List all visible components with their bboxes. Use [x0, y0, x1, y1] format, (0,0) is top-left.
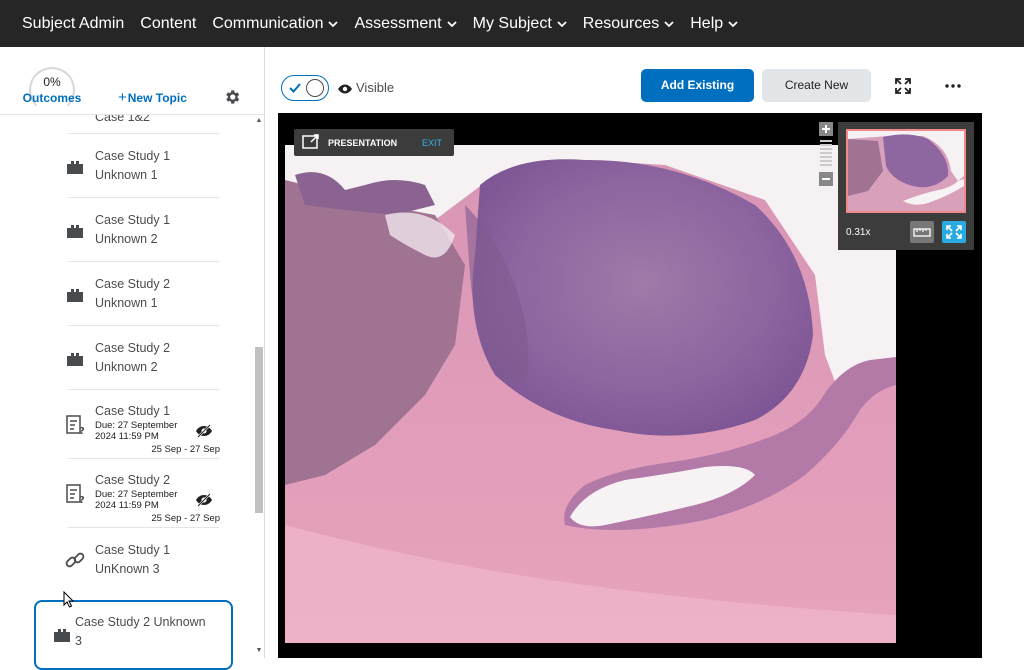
- visibility-toggle[interactable]: [281, 75, 329, 101]
- puzzle-icon: [64, 220, 86, 242]
- expand-icon[interactable]: [895, 78, 911, 94]
- list-item[interactable]: Case 1&2: [68, 115, 219, 134]
- list-item-subtitle: Unknown 1: [95, 296, 158, 310]
- list-item[interactable]: Case Study 1 Unknown 1: [67, 134, 219, 198]
- puzzle-icon: [64, 156, 86, 178]
- slide-viewer[interactable]: PRESENTATION EXIT 0.31x: [278, 113, 982, 658]
- chevron-down-icon: [328, 19, 339, 29]
- list-item-subtitle: Unknown 1: [95, 168, 158, 182]
- list-item-title: Case 1&2: [95, 115, 150, 124]
- link-icon: [64, 549, 86, 571]
- minimap-viewport[interactable]: [846, 129, 966, 213]
- list-item[interactable]: ? Case Study 1 Due: 27 September 2024 11…: [66, 390, 220, 459]
- nav-my-subject[interactable]: My Subject: [473, 15, 567, 33]
- scroll-up-arrow-icon[interactable]: ▲: [255, 117, 263, 125]
- add-existing-button[interactable]: Add Existing: [641, 69, 754, 102]
- quiz-icon: ?: [64, 414, 86, 437]
- topic-list: Case 1&2 Case Study 1 Unknown 1 Case Stu…: [0, 115, 265, 658]
- list-item-subtitle: Unknown 2: [95, 232, 158, 246]
- histology-slide-image[interactable]: [285, 145, 896, 643]
- chevron-down-icon: [728, 19, 738, 29]
- outcomes-link[interactable]: Outcomes: [16, 91, 88, 105]
- list-item-due: Due: 27 September: [95, 489, 178, 500]
- exit-presentation-button[interactable]: EXIT: [422, 138, 442, 148]
- puzzle-icon: [64, 284, 86, 306]
- toggle-knob: [306, 79, 324, 97]
- list-item-title: Case Study 2: [95, 277, 171, 291]
- top-navigation: Subject Admin Content Communication Asse…: [0, 0, 1024, 47]
- ruler-icon[interactable]: [910, 221, 934, 243]
- nav-my-subject-label: My Subject: [472, 14, 552, 32]
- selected-topic-title: Case Study 2 Unknown: [75, 615, 206, 629]
- gear-icon[interactable]: [223, 88, 241, 106]
- presentation-icon: [302, 134, 320, 150]
- nav-assessment-label: Assessment: [354, 14, 442, 32]
- svg-text:?: ?: [79, 426, 85, 436]
- nav-subject-admin[interactable]: Subject Admin: [22, 15, 124, 33]
- selected-topic-item[interactable]: Case Study 2 Unknown 3: [34, 600, 233, 670]
- chevron-down-icon: [557, 19, 567, 29]
- nav-content[interactable]: Content: [140, 15, 196, 33]
- sidebar-header: 0% Outcomes +New Topic: [0, 47, 265, 115]
- nav-resources-label: Resources: [582, 14, 660, 32]
- list-item[interactable]: ? Case Study 2 Due: 27 September 2024 11…: [66, 459, 220, 528]
- nav-communication[interactable]: Communication: [212, 14, 339, 33]
- list-item[interactable]: Case Study 2 Unknown 1: [67, 262, 219, 326]
- checkmark-icon: [288, 81, 302, 95]
- list-item[interactable]: Case Study 2 Unknown 2: [67, 326, 219, 390]
- chevron-down-icon: [664, 19, 674, 29]
- list-item-due-time: 2024 11:59 PM: [95, 500, 159, 511]
- nav-resources[interactable]: Resources: [583, 15, 674, 33]
- zoom-control[interactable]: [819, 122, 833, 186]
- new-topic-label: New Topic: [127, 91, 187, 105]
- list-item-title: Case Study 1: [95, 543, 171, 557]
- outcomes-percent: 0%: [43, 75, 61, 89]
- list-item-title: Case Study 1: [95, 404, 171, 418]
- more-options-icon[interactable]: [944, 78, 962, 94]
- topic-toolbar: Visible Add Existing Create New: [266, 47, 1024, 113]
- list-item[interactable]: Case Study 1 Unknown 2: [67, 198, 219, 262]
- list-item-subtitle: UnKnown 3: [95, 562, 160, 576]
- selected-topic-subtitle: 3: [75, 634, 82, 648]
- nav-content-label: Content: [140, 14, 197, 32]
- scroll-thumb[interactable]: [255, 347, 263, 513]
- hidden-eye-icon: [195, 493, 213, 507]
- nav-communication-label: Communication: [212, 14, 324, 32]
- list-item-due-time: 2024 11:59 PM: [95, 431, 159, 442]
- nav-subject-admin-label: Subject Admin: [22, 14, 125, 32]
- create-new-button[interactable]: Create New: [762, 69, 871, 102]
- eye-icon: [337, 82, 353, 94]
- mouse-pointer-icon: [63, 590, 75, 608]
- list-item-subtitle: Unknown 2: [95, 360, 158, 374]
- scroll-down-arrow-icon[interactable]: ▼: [255, 647, 263, 655]
- presentation-label: PRESENTATION: [328, 138, 398, 148]
- puzzle-icon: [51, 624, 73, 646]
- content-sidebar: 0% Outcomes +New Topic Case 1&2 Case Stu…: [0, 47, 265, 658]
- list-item[interactable]: Case Study 1 UnKnown 3: [65, 528, 219, 592]
- nav-help[interactable]: Help: [690, 15, 738, 33]
- slide-minimap[interactable]: 0.31x: [838, 122, 974, 250]
- list-item-dates: 25 Sep - 27 Sep: [151, 513, 220, 524]
- list-item-title: Case Study 2: [95, 473, 171, 487]
- zoom-level-readout: 0.31x: [846, 227, 871, 238]
- list-item-dates: 25 Sep - 27 Sep: [151, 444, 220, 455]
- list-item-title: Case Study 1: [95, 213, 171, 227]
- list-item-due: Due: 27 September: [95, 420, 178, 431]
- svg-text:?: ?: [79, 495, 85, 505]
- puzzle-icon: [64, 348, 86, 370]
- nav-assessment[interactable]: Assessment: [354, 14, 457, 33]
- list-item-title: Case Study 1: [95, 149, 171, 163]
- quiz-icon: ?: [64, 483, 86, 506]
- new-topic-button[interactable]: +New Topic: [118, 89, 187, 106]
- plus-icon: +: [118, 89, 127, 106]
- nav-help-label: Help: [690, 14, 724, 32]
- visibility-label: Visible: [356, 80, 395, 95]
- presentation-bar: PRESENTATION EXIT: [294, 129, 454, 156]
- hidden-eye-icon: [195, 424, 213, 438]
- list-item-title: Case Study 2: [95, 341, 171, 355]
- sidebar-scrollbar[interactable]: ▲ ▼: [253, 115, 264, 658]
- fullscreen-icon[interactable]: [942, 221, 966, 243]
- chevron-down-icon: [446, 19, 457, 29]
- outcomes-progress-ring[interactable]: [29, 67, 75, 113]
